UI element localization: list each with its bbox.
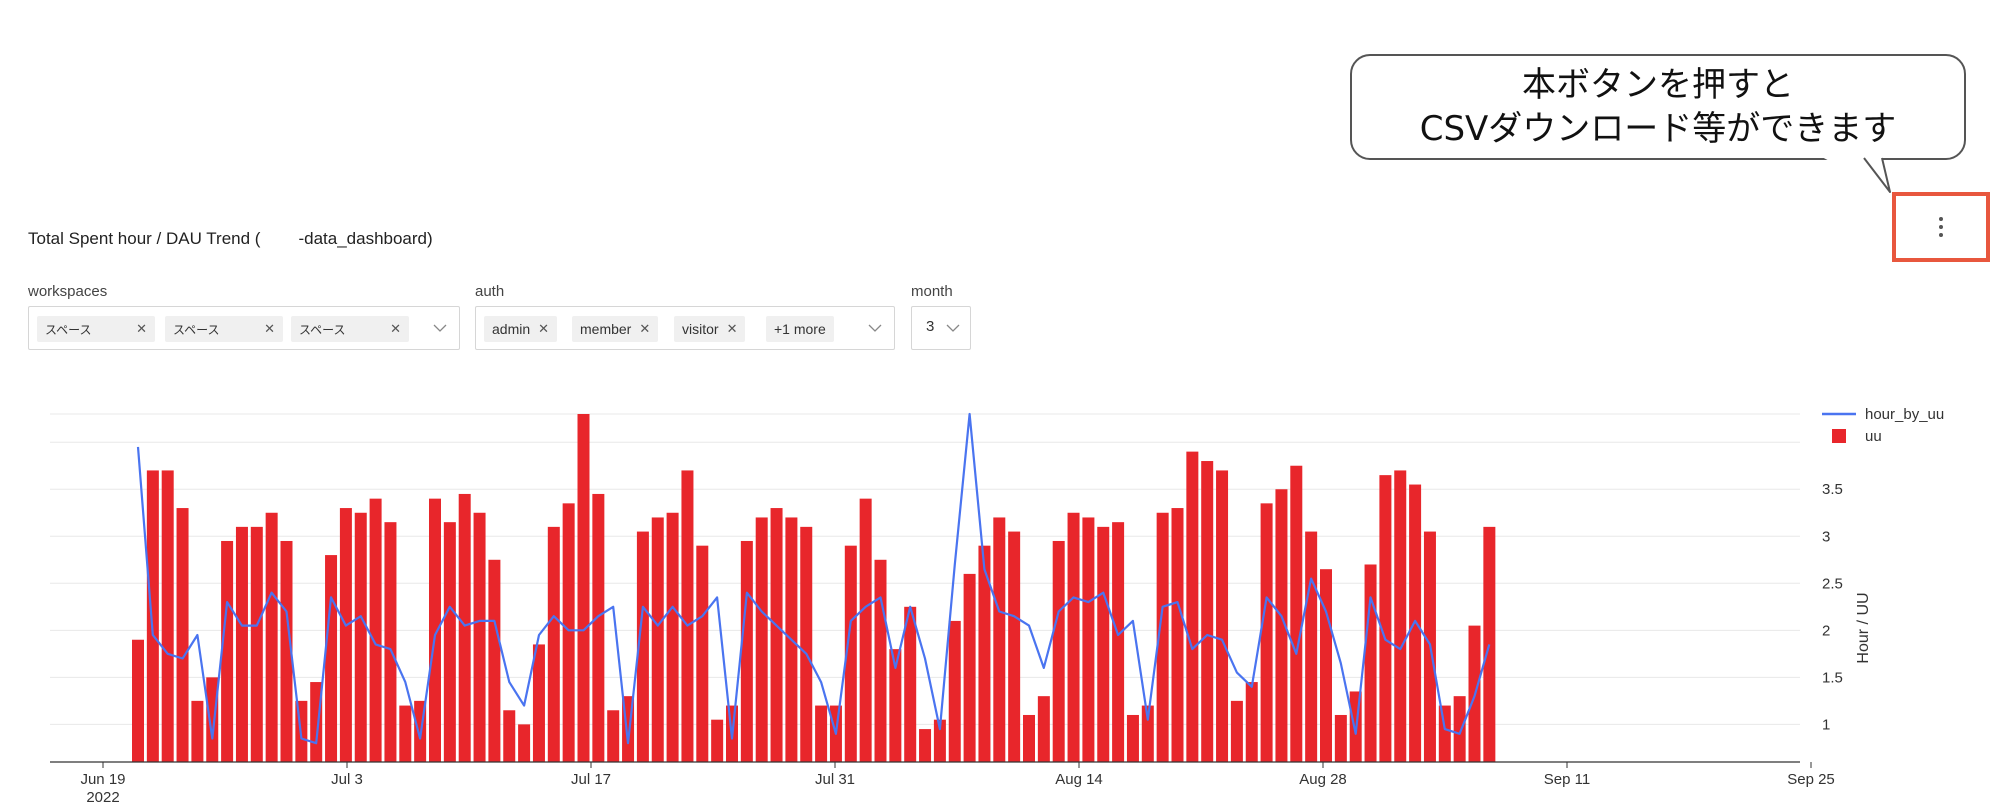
uu-bar [770, 508, 783, 762]
uu-bar [265, 512, 278, 762]
uu-bar [384, 522, 397, 762]
y-tick-label: 3.5 [1822, 481, 1843, 498]
uu-bar [711, 719, 724, 762]
x-tick-label: Jun 19 [80, 771, 125, 788]
uu-bar [696, 545, 709, 762]
uu-bar [993, 517, 1006, 762]
uu-bar [1067, 512, 1080, 762]
uu-bar [429, 498, 441, 762]
uu-bar [206, 677, 219, 762]
y-tick-label: 2 [1822, 622, 1830, 639]
uu-bar [132, 639, 144, 762]
x-tick-label: Jul 3 [331, 771, 363, 788]
x-tick-label: Sep 11 [1544, 771, 1590, 788]
uu-bar [666, 512, 679, 762]
uu-bar [859, 498, 872, 762]
uu-bar [1201, 461, 1214, 762]
uu-bar [800, 526, 813, 762]
uu-bar [1126, 714, 1139, 762]
uu-bar [518, 724, 531, 762]
uu-bar [1171, 508, 1184, 762]
uu-bar [1023, 714, 1035, 762]
uu-bar [1409, 484, 1422, 762]
uu-bar [740, 540, 753, 762]
uu-bar [1216, 470, 1229, 762]
uu-bar [1082, 517, 1095, 762]
uu-bar [354, 512, 367, 762]
uu-bar [1453, 696, 1466, 762]
uu-bar [1379, 475, 1392, 762]
uu-bar [904, 606, 917, 762]
legend-label: uu [1865, 428, 1882, 445]
uu-bar [919, 729, 932, 762]
uu-bar [592, 493, 605, 762]
chart-gridlines [50, 413, 1800, 725]
chart-legend: hour_by_uuuu [1822, 406, 1944, 445]
y-axis-label: Hour / UU [1855, 592, 1872, 663]
uu-bar [1112, 522, 1125, 762]
legend-label: hour_by_uu [1865, 406, 1944, 423]
x-tick-label: Jul 17 [571, 771, 611, 788]
uu-bar [607, 710, 620, 762]
uu-bar [651, 517, 664, 762]
uu-bar [681, 470, 694, 762]
uu-bar [1260, 503, 1273, 762]
uu-bar [577, 414, 590, 762]
y-tick-label: 2.5 [1822, 575, 1843, 592]
uu-bar [221, 540, 234, 762]
uu-bar [532, 644, 545, 762]
uu-bar [161, 470, 174, 762]
uu-bar [325, 555, 338, 762]
uu-bar [339, 508, 352, 762]
uu-bar [235, 526, 248, 762]
uu-bar [1230, 700, 1243, 762]
uu-bar [146, 470, 159, 762]
uu-bar [1052, 540, 1065, 762]
uu-bar [547, 526, 560, 762]
y-tick-label: 1 [1822, 716, 1830, 733]
uu-bar [369, 498, 382, 762]
uu-bar [176, 508, 189, 762]
uu-bar [948, 620, 961, 762]
uu-bar [1364, 564, 1377, 762]
y-tick-label: 1.5 [1822, 669, 1843, 686]
uu-bar [1097, 526, 1110, 762]
legend-bar-swatch [1832, 429, 1846, 443]
uu-bar [755, 517, 768, 762]
uu-bar [1008, 531, 1021, 762]
uu-bar [443, 522, 456, 762]
uu-bar [399, 705, 412, 762]
y-tick-label: 3 [1822, 528, 1830, 545]
uu-bar [488, 559, 501, 762]
uu-bar [458, 493, 471, 762]
uu-bar [874, 559, 887, 762]
x-tick-label: Sep 25 [1787, 771, 1835, 788]
x-tick-label: Aug 14 [1055, 771, 1103, 788]
uu-bar [562, 503, 575, 762]
uu-bar [1305, 531, 1318, 762]
chart-axes: Jun 19 Jul 3 Jul 17 Jul 31 Aug 14 Aug 28 Sep 1… [50, 481, 1872, 806]
uu-bars [132, 414, 1496, 762]
x-tick-sub-label: 2022 [86, 789, 119, 806]
uu-bar [1037, 696, 1050, 762]
uu-bar [1394, 470, 1407, 762]
uu-bar [1245, 682, 1258, 762]
uu-bar [963, 573, 976, 762]
uu-bar [1438, 705, 1451, 762]
x-tick-label: Aug 28 [1299, 771, 1347, 788]
trend-chart: Jun 19 Jul 3 Jul 17 Jul 31 Aug 14 Aug 28 Sep 1… [50, 406, 1944, 806]
uu-bar [1290, 465, 1303, 762]
canvas: 本ボタンを押すと CSVダウンロード等ができます Total Spent hou… [0, 0, 2000, 806]
uu-bar [815, 705, 828, 762]
uu-bar [1320, 569, 1332, 762]
uu-bar [473, 512, 486, 762]
uu-bar [1334, 714, 1347, 762]
uu-bar [250, 526, 263, 762]
uu-bar [1186, 451, 1199, 762]
uu-bar [503, 710, 516, 762]
uu-bar [191, 700, 204, 762]
x-tick-label: Jul 31 [815, 771, 855, 788]
